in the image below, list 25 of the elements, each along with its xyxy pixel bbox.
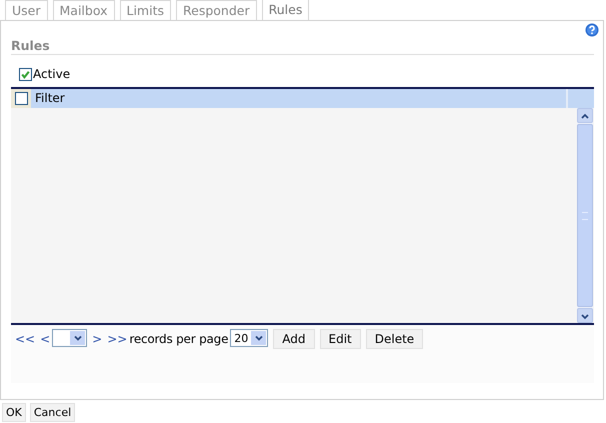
dropdown-icon — [254, 333, 264, 343]
active-checkbox[interactable] — [19, 68, 32, 80]
per-page-select[interactable]: 20 — [230, 329, 268, 347]
scrollbar[interactable] — [577, 108, 593, 323]
tab[interactable]: Mailbox — [52, 0, 114, 20]
active-label: Active — [33, 67, 70, 81]
dropdown-icon — [72, 333, 83, 343]
dialog-button[interactable]: Cancel — [30, 403, 76, 422]
records-per-page-label: records per page — [129, 331, 228, 348]
last-page-link[interactable]: >> — [107, 329, 128, 349]
tab[interactable]: Responder — [176, 0, 257, 20]
select-all-checkbox[interactable] — [14, 92, 28, 105]
tab[interactable]: Limits — [120, 0, 171, 20]
tab[interactable]: Rules — [262, 0, 310, 21]
grid-button[interactable]: Edit — [320, 329, 361, 349]
next-page-link[interactable]: > — [92, 329, 102, 349]
help-icon[interactable] — [585, 23, 599, 37]
tab[interactable]: User — [5, 0, 48, 20]
first-page-link[interactable]: << — [15, 329, 36, 349]
dialog-button[interactable]: OK — [2, 403, 26, 422]
grid-button[interactable]: Add — [273, 329, 314, 349]
grid-button[interactable]: Delete — [366, 329, 424, 349]
page-select[interactable] — [52, 329, 88, 347]
section-title: Rules — [11, 38, 594, 55]
previous-page-link[interactable]: < — [40, 329, 50, 349]
